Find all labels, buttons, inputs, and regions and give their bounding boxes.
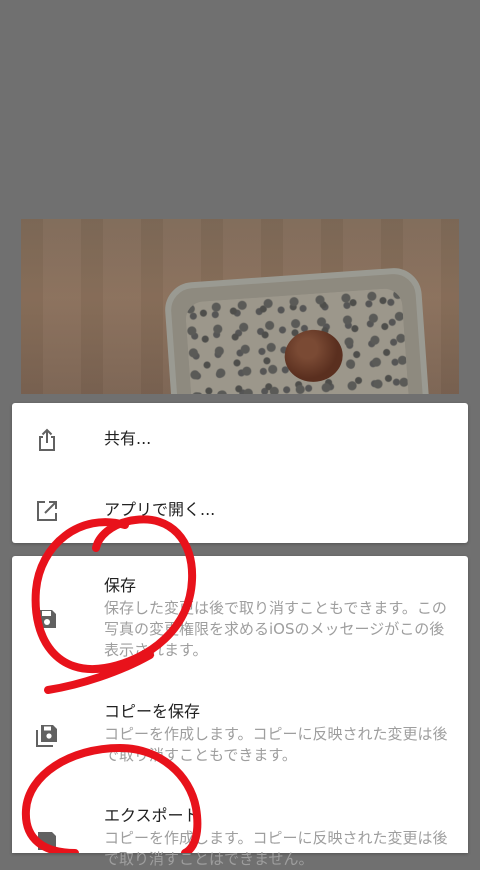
bento-box	[163, 266, 432, 394]
save-label: 保存	[104, 576, 137, 595]
open-external-icon	[34, 498, 60, 524]
save-copy-description: コピーを作成します。コピーに反映された変更は後で取り消すこともできます。	[104, 725, 448, 764]
save-copy-menu-item[interactable]: コピーを保存 コピーを作成します。コピーに反映された変更は後で取り消すこともでき…	[12, 666, 468, 776]
save-menu-item[interactable]: 保存 保存した変更は後で取り消すこともできます。この写真の変更権限を求めるiOS…	[12, 556, 468, 666]
save-copy-label: コピーを保存	[104, 702, 201, 721]
share-label: 共有...	[104, 429, 152, 448]
save-copy-icon	[34, 722, 60, 748]
photo-preview	[21, 219, 459, 394]
umeboshi	[282, 327, 345, 384]
export-description: コピーを作成します。コピーに反映された変更は後で取り消すことはできません。	[104, 829, 448, 868]
open-in-app-label: アプリで開く...	[104, 500, 216, 519]
export-icon	[34, 828, 60, 854]
export-menu-item[interactable]: エクスポート コピーを作成します。コピーに反映された変更は後で取り消すことはでき…	[12, 776, 468, 868]
share-menu-sheet: 共有... アプリで開く...	[12, 403, 468, 543]
save-icon	[34, 606, 60, 632]
share-icon	[34, 427, 60, 453]
share-menu-item[interactable]: 共有...	[12, 403, 468, 473]
save-description: 保存した変更は後で取り消すこともできます。この写真の変更権限を求めるiOSのメッ…	[104, 599, 447, 659]
export-label: エクスポート	[104, 806, 200, 825]
save-menu-sheet: 保存 保存した変更は後で取り消すこともできます。この写真の変更権限を求めるiOS…	[12, 556, 468, 868]
open-in-app-menu-item[interactable]: アプリで開く...	[12, 473, 468, 543]
